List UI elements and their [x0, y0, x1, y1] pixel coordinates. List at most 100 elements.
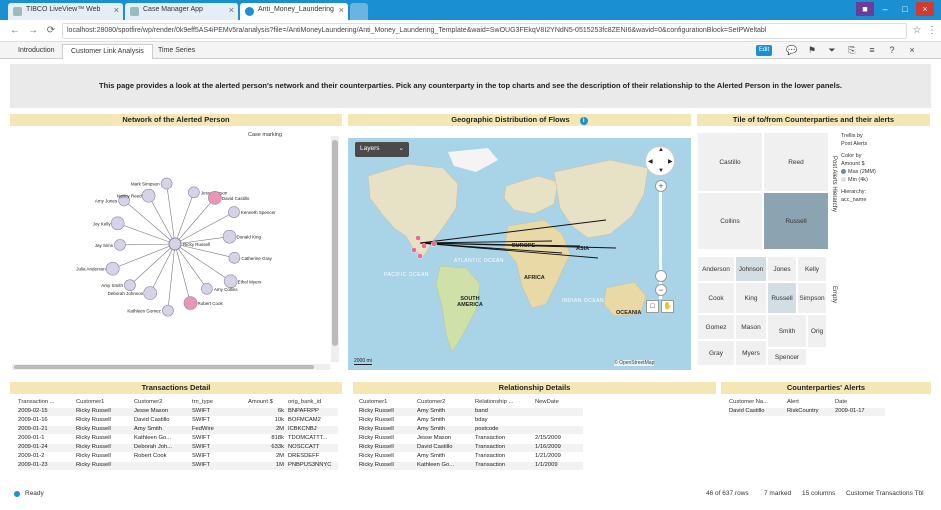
network-node[interactable]	[208, 191, 222, 205]
transactions-table[interactable]: Transaction ... Customer1 Customer2 trn_typ…	[18, 399, 338, 479]
table-row[interactable]: Ricky Russell Jesse Mason Transaction 2/15/…	[359, 435, 583, 443]
map-canvas[interactable]	[348, 138, 691, 370]
tab-customer-link-analysis[interactable]: Customer Link Analysis	[62, 44, 153, 59]
treemap-cell[interactable]: Russell	[767, 282, 797, 314]
menu-icon[interactable]: ⋮	[925, 24, 939, 38]
info-icon[interactable]: i	[579, 117, 588, 125]
layers-dropdown[interactable]: Layers ⌄	[355, 142, 409, 157]
pan-hand-icon[interactable]: ✋	[661, 300, 674, 313]
treemap-cell[interactable]: Gomez	[697, 314, 735, 340]
treemap-cell[interactable]: King	[735, 282, 767, 314]
treemap-cell[interactable]: Kelly	[797, 256, 827, 282]
close-icon[interactable]: ×	[229, 5, 234, 15]
network-node[interactable]	[222, 229, 237, 244]
new-tab-button[interactable]	[350, 3, 368, 20]
treemap-cell[interactable]: Myers	[735, 340, 767, 366]
treemap-cell[interactable]: Reed	[763, 132, 829, 192]
column-header[interactable]: Customer1	[359, 399, 413, 407]
map-location-marker[interactable]	[417, 253, 423, 259]
column-header[interactable]: Amount $	[248, 399, 284, 407]
treemap-cell[interactable]: Simpson	[797, 282, 827, 314]
user-icon[interactable]: ■	[856, 2, 874, 16]
treemap-cell[interactable]: Orig	[807, 314, 827, 348]
network-node[interactable]	[228, 251, 241, 264]
treemap-cell[interactable]: Mason	[735, 314, 767, 340]
browser-tab[interactable]: TIBCO LiveView™ Web ×	[8, 3, 123, 20]
pan-right-icon[interactable]: ▶	[668, 158, 673, 165]
treemap-cell[interactable]: Spencer	[767, 348, 807, 366]
column-header[interactable]: Customer2	[417, 399, 471, 407]
network-node[interactable]	[201, 283, 213, 295]
table-row[interactable]: David Castillo RiskCountry 2009-01-17	[729, 408, 885, 416]
network-graph[interactable]: Jesse MasonDavid CastilloKenneth Spencer…	[10, 126, 330, 362]
map-location-marker[interactable]	[431, 241, 437, 247]
reload-icon[interactable]: ⟳	[44, 24, 58, 38]
table-row[interactable]: Ricky Russell Kathleen Go... Transaction 1/…	[359, 462, 583, 470]
column-header[interactable]: Customer1	[76, 399, 130, 407]
url-input[interactable]: localhost:28080/spotfire/wp/render/0k9ef…	[62, 23, 907, 39]
column-header[interactable]: Customer2	[134, 399, 188, 407]
zoom-in-icon[interactable]: +	[655, 180, 667, 192]
close-icon[interactable]: ×	[114, 5, 119, 15]
export-icon[interactable]: ⎘	[846, 45, 858, 56]
map-location-marker[interactable]	[411, 247, 417, 253]
treemap-cell[interactable]: Castillo	[697, 132, 763, 192]
horizontal-scrollbar[interactable]	[12, 364, 330, 370]
network-node[interactable]	[143, 286, 157, 300]
network-node[interactable]	[110, 216, 125, 231]
treemap-cell[interactable]: Jones	[767, 256, 797, 282]
maximize-icon[interactable]: □	[896, 2, 914, 16]
network-node[interactable]	[105, 261, 120, 276]
map-location-marker[interactable]	[415, 235, 421, 241]
treemap-cell[interactable]: Cook	[697, 282, 735, 314]
star-icon[interactable]: ☆	[910, 24, 924, 38]
help-icon[interactable]: ?	[886, 45, 898, 56]
browser-tab[interactable]: Case Manager App ×	[125, 3, 238, 20]
filter-icon[interactable]: ⏷	[826, 45, 838, 56]
network-node[interactable]	[160, 177, 173, 190]
network-node[interactable]	[141, 188, 156, 203]
vertical-scrollbar[interactable]	[331, 136, 339, 362]
pan-left-icon[interactable]: ◀	[648, 158, 653, 165]
back-icon[interactable]: ←	[8, 24, 22, 38]
column-header[interactable]: Alert	[787, 399, 831, 407]
column-header[interactable]: Transaction ...	[18, 399, 72, 407]
close-window-icon[interactable]: ×	[916, 2, 934, 16]
table-row[interactable]: Ricky Russell Amy Smith bday	[359, 417, 583, 425]
network-node[interactable]	[124, 279, 136, 291]
tab-introduction[interactable]: Introduction	[10, 44, 63, 59]
treemap-cell[interactable]: Russell	[763, 192, 829, 250]
treemap-cell[interactable]: Smith	[767, 314, 807, 348]
table-row[interactable]: Ricky Russell Amy Smith band	[359, 408, 583, 416]
pan-up-icon[interactable]: ▲	[658, 147, 664, 153]
table-row[interactable]: 2009-01-16 Ricky Russell David Castillo SWI…	[18, 417, 338, 425]
minimize-icon[interactable]: –	[876, 2, 894, 16]
treemap-cell[interactable]: Johnson	[735, 256, 767, 282]
world-map[interactable]: Layers ⌄ ▲ ▼ ◀ ▶ + − □ ✋ EUROPE ASIA AFRI…	[348, 138, 691, 370]
table-row[interactable]: 2009-01-2 Ricky Russell Robert Cook SWIFT 2M…	[18, 453, 338, 461]
table-row[interactable]: 2009-01-1 Ricky Russell Kathleen Go... SWIF…	[18, 435, 338, 443]
column-header[interactable]: Customer Na...	[729, 399, 783, 407]
comment-icon[interactable]: 💬	[786, 45, 798, 56]
forward-icon[interactable]: →	[26, 24, 40, 38]
table-row[interactable]: Ricky Russell Amy Smith Transaction 1/21/20…	[359, 453, 583, 461]
status-table[interactable]: Customer Transactions Tbl	[846, 490, 924, 497]
close-icon[interactable]: ×	[339, 5, 344, 15]
alerts-table[interactable]: Customer Na... Alert Date David Castillo Ris…	[729, 399, 929, 429]
treemap-cell[interactable]: Anderson	[697, 256, 735, 282]
legend-hierarchy-value[interactable]: acc_name	[841, 196, 876, 204]
network-node[interactable]	[162, 304, 174, 317]
network-node[interactable]	[114, 239, 126, 251]
column-header[interactable]: Date	[835, 399, 881, 407]
table-row[interactable]: 2009-01-24 Ricky Russell Deborah Joh... SWI…	[18, 444, 338, 452]
hamburger-menu-icon[interactable]: ≡	[866, 45, 878, 56]
pan-down-icon[interactable]: ▼	[658, 168, 664, 174]
column-header[interactable]: Relationship ...	[475, 399, 531, 407]
column-header[interactable]: NewDate	[535, 399, 579, 407]
network-node[interactable]	[228, 206, 240, 218]
rectangle-select-icon[interactable]: □	[646, 300, 659, 313]
zoom-slider-handle[interactable]	[655, 270, 667, 282]
compass-navigation-control[interactable]: ▲ ▼ ◀ ▶	[645, 146, 675, 176]
table-row[interactable]: Ricky Russell Amy Smith postcode	[359, 426, 583, 434]
table-row[interactable]: 2009-02-15 Ricky Russell Jesse Mason SWIFT 6…	[18, 408, 338, 416]
